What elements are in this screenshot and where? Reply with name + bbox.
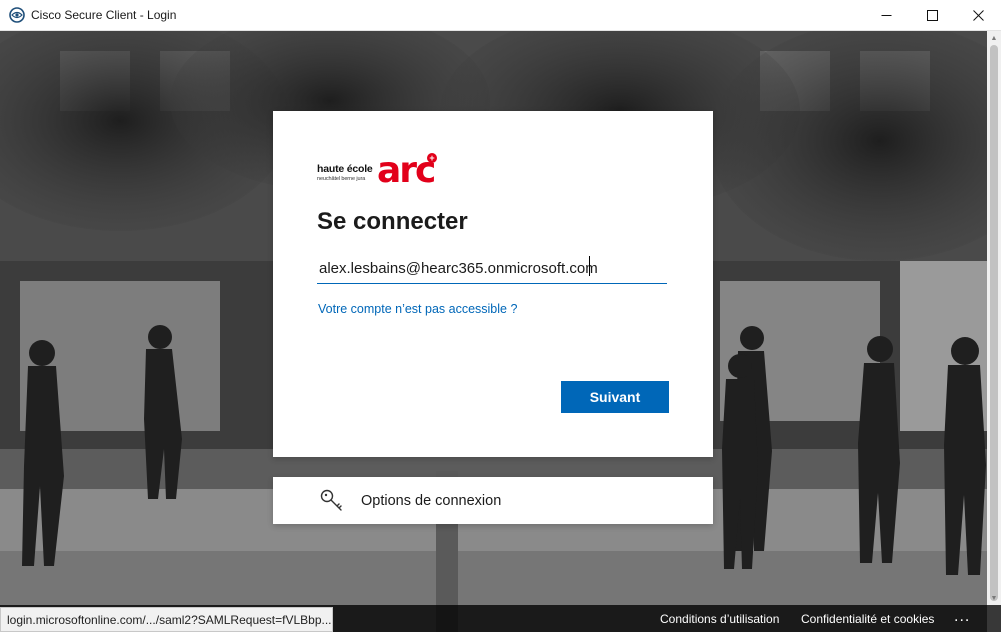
sign-in-options-label: Options de connexion	[361, 493, 502, 509]
key-icon	[320, 489, 342, 511]
logo-line2: neuchâtel berne jura	[317, 176, 366, 182]
logo-arc: arc	[377, 150, 436, 191]
logo-plus-icon: +	[427, 153, 437, 163]
page-title: Se connecter	[317, 208, 468, 235]
email-field[interactable]	[317, 254, 667, 284]
close-button[interactable]	[955, 0, 1001, 31]
window-title: Cisco Secure Client - Login	[31, 8, 177, 22]
account-not-accessible-link[interactable]: Votre compte n’est pas accessible ?	[318, 302, 517, 316]
close-icon	[972, 10, 984, 21]
minimize-icon	[881, 15, 891, 16]
he-arc-logo: haute école neuchâtel berne jura arc +	[317, 150, 447, 193]
scroll-up-icon[interactable]: ▲	[987, 31, 1001, 45]
maximize-icon	[926, 10, 938, 21]
scroll-down-icon[interactable]: ▼	[987, 591, 1001, 605]
vertical-scrollbar[interactable]: ▲ ▼	[987, 31, 1001, 605]
maximize-button[interactable]	[909, 0, 955, 31]
status-url: login.microsoftonline.com/.../saml2?SAML…	[0, 607, 333, 632]
scrollbar-thumb[interactable]	[990, 45, 998, 601]
text-caret	[589, 256, 590, 276]
cisco-app-icon	[9, 7, 25, 23]
more-options-button[interactable]: ...	[954, 608, 970, 626]
title-bar: Cisco Secure Client - Login	[0, 0, 1001, 31]
sign-in-options-button[interactable]: Options de connexion	[273, 477, 713, 524]
minimize-button[interactable]	[863, 0, 909, 31]
privacy-link[interactable]: Confidentialité et cookies	[801, 612, 934, 626]
logo-line1: haute école	[317, 163, 373, 175]
sign-in-card: haute école neuchâtel berne jura arc + S…	[273, 111, 713, 457]
terms-link[interactable]: Conditions d’utilisation	[660, 612, 779, 626]
next-button[interactable]: Suivant	[561, 381, 669, 413]
